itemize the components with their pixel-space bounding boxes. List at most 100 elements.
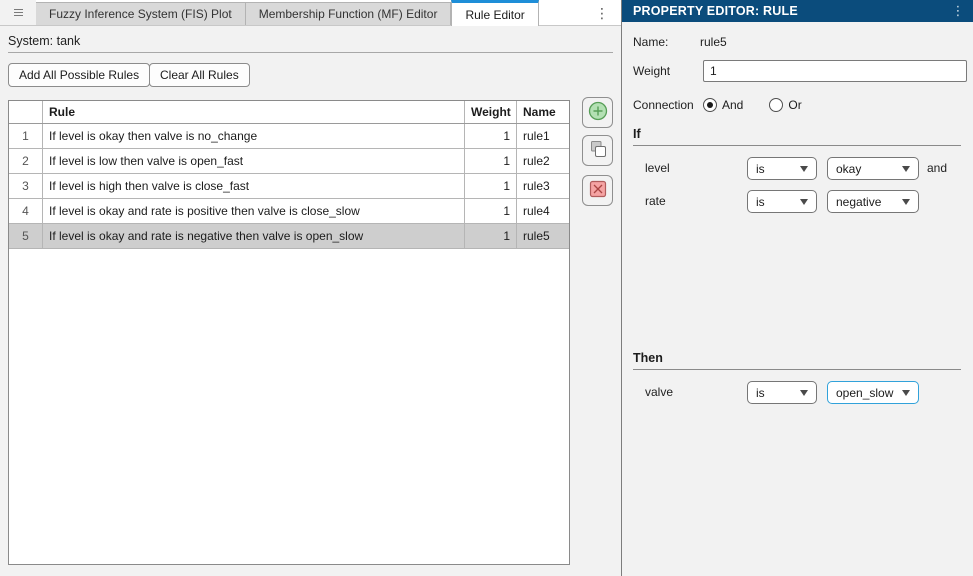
tab-label: Membership Function (MF) Editor: [259, 7, 438, 21]
mf-value-dropdown[interactable]: okay: [827, 157, 919, 180]
mf-value: okay: [836, 162, 898, 176]
if-section-header: If: [633, 127, 973, 141]
copy-icon: [587, 138, 609, 163]
row-rule-text: If level is high then valve is close_fas…: [43, 174, 465, 198]
table-row[interactable]: 4 If level is okay and rate is positive …: [9, 199, 569, 224]
tab-label: Rule Editor: [465, 8, 524, 22]
connection-radio[interactable]: And: [703, 98, 743, 112]
chevron-down-icon: [902, 199, 910, 205]
row-name: rule5: [517, 224, 569, 248]
mf-value: open_slow: [836, 386, 898, 400]
mf-value-dropdown[interactable]: negative: [827, 190, 919, 213]
tab-overflow-menu-icon[interactable]: ⋮: [592, 3, 612, 23]
tab[interactable]: Membership Function (MF) Editor: [246, 2, 452, 25]
radio-label: And: [722, 98, 743, 112]
then-section-header: Then: [633, 351, 973, 365]
operator-dropdown[interactable]: is: [747, 381, 817, 404]
add-all-possible-rules-button[interactable]: Add All Possible Rules: [8, 63, 150, 87]
rule-table-header-row: Rule Weight Name: [9, 101, 569, 124]
rule-table[interactable]: Rule Weight Name 1 If level is okay then…: [8, 100, 570, 565]
connection-label: Connection: [633, 98, 694, 112]
connection-row: Connection And Or: [622, 97, 973, 113]
row-rule-text: If level is low then valve is open_fast: [43, 149, 465, 173]
name-row: Name: rule5: [622, 34, 973, 50]
row-index: 5: [9, 224, 43, 248]
property-editor-title: PROPERTY EDITOR: RULE: [633, 4, 951, 18]
row-weight: 1: [465, 174, 517, 198]
operator-dropdown[interactable]: is: [747, 157, 817, 180]
row-name: rule2: [517, 149, 569, 173]
table-row[interactable]: 5 If level is okay and rate is negative …: [9, 224, 569, 249]
row-name: rule4: [517, 199, 569, 223]
copy-rule-button[interactable]: [582, 135, 613, 166]
radio-circle-icon: [769, 98, 783, 112]
chevron-down-icon: [902, 390, 910, 396]
header-name: Name: [517, 101, 569, 123]
add-rule-button[interactable]: [582, 97, 613, 128]
name-value: rule5: [700, 35, 727, 49]
table-row[interactable]: 1 If level is okay then valve is no_chan…: [9, 124, 569, 149]
radio-label: Or: [788, 98, 801, 112]
clear-all-rules-button[interactable]: Clear All Rules: [149, 63, 250, 87]
system-name-label: System: tank: [8, 34, 80, 48]
mf-value: negative: [836, 195, 898, 209]
header-weight: Weight: [465, 101, 517, 123]
table-row[interactable]: 2 If level is low then valve is open_fas…: [9, 149, 569, 174]
name-label: Name:: [633, 35, 668, 49]
radio-circle-icon: [703, 98, 717, 112]
row-weight: 1: [465, 149, 517, 173]
then-section-divider: [633, 369, 961, 370]
row-rule-text: If level is okay and rate is negative th…: [43, 224, 465, 248]
chevron-down-icon: [902, 166, 910, 172]
connection-radio-group: And Or: [703, 98, 828, 112]
row-index: 4: [9, 199, 43, 223]
fuzzy-logic-designer-window: { "tabs": { "items": [ { "label": "Fuzzy…: [0, 0, 973, 576]
row-weight: 1: [465, 199, 517, 223]
row-index: 2: [9, 149, 43, 173]
tab[interactable]: Rule Editor: [451, 0, 538, 26]
delete-icon: [587, 178, 609, 203]
chevron-down-icon: [800, 166, 808, 172]
table-row[interactable]: 3 If level is high then valve is close_f…: [9, 174, 569, 199]
delete-rule-button[interactable]: [582, 175, 613, 206]
row-index: 1: [9, 124, 43, 148]
operator-dropdown[interactable]: is: [747, 190, 817, 213]
system-label-divider: [8, 52, 613, 53]
mf-value-dropdown[interactable]: open_slow: [827, 381, 919, 404]
property-editor-titlebar: PROPERTY EDITOR: RULE ⋮: [622, 0, 973, 22]
then-section: Then valve is open_slow: [622, 351, 973, 404]
document-tab-bar: Fuzzy Inference System (FIS) Plot Member…: [0, 0, 621, 26]
chevron-down-icon: [800, 199, 808, 205]
if-section: If level is okay and: [622, 127, 973, 213]
chevron-down-icon: [800, 390, 808, 396]
clause-variable-label: rate: [645, 194, 666, 208]
connection-radio[interactable]: Or: [769, 98, 801, 112]
header-rule: Rule: [43, 101, 465, 123]
operator-value: is: [756, 195, 796, 209]
operator-value: is: [756, 386, 796, 400]
row-index: 3: [9, 174, 43, 198]
tab[interactable]: Fuzzy Inference System (FIS) Plot: [36, 2, 246, 25]
if-clauses: level is okay and rate is: [622, 157, 973, 213]
tab-label: Fuzzy Inference System (FIS) Plot: [49, 7, 232, 21]
if-clause-row: level is okay and: [622, 157, 973, 180]
weight-row: Weight: [622, 60, 973, 82]
row-rule-text: If level is okay then valve is no_change: [43, 124, 465, 148]
if-section-divider: [633, 145, 961, 146]
row-weight: 1: [465, 224, 517, 248]
tab-list: Fuzzy Inference System (FIS) Plot Member…: [36, 0, 621, 25]
weight-label: Weight: [633, 64, 670, 78]
property-editor-overflow-icon[interactable]: ⋮: [951, 3, 965, 19]
operator-value: is: [756, 162, 796, 176]
then-clauses: valve is open_slow: [622, 381, 973, 404]
clause-connector-label: and: [927, 161, 947, 175]
panel-grip-icon[interactable]: [0, 0, 36, 25]
weight-input[interactable]: [703, 60, 967, 82]
row-name: rule3: [517, 174, 569, 198]
add-rule-icon: [587, 100, 609, 125]
clause-variable-label: level: [645, 161, 670, 175]
clause-variable-label: valve: [645, 385, 673, 399]
row-weight: 1: [465, 124, 517, 148]
property-editor-panel: PROPERTY EDITOR: RULE ⋮ Name: rule5 Weig…: [622, 0, 973, 576]
if-clause-row: rate is negative: [622, 190, 973, 213]
